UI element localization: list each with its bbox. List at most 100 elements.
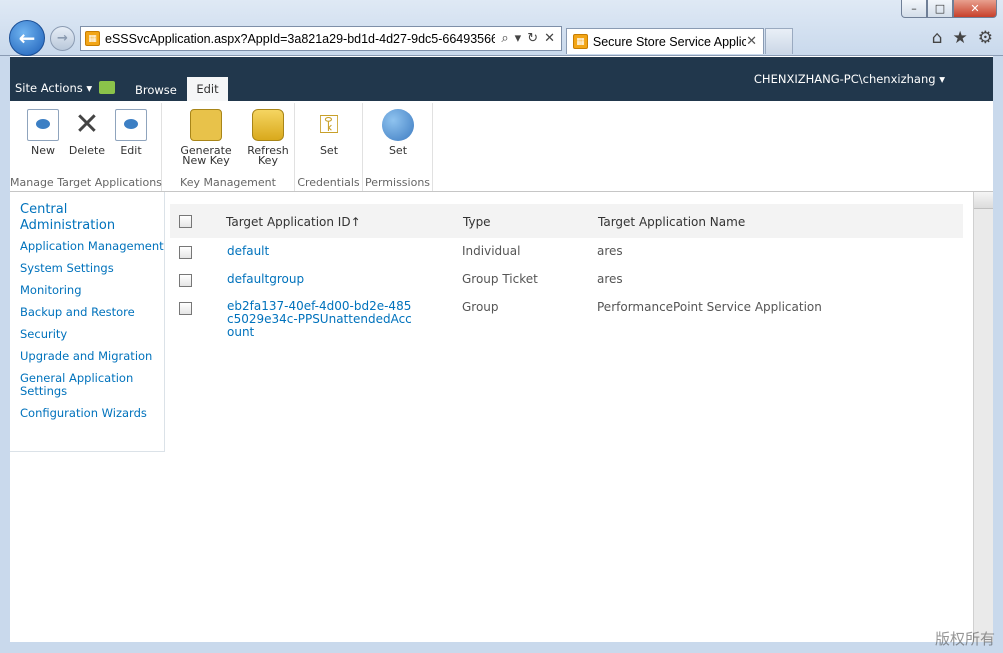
group-label: Manage Target Applications [10, 176, 162, 189]
name-cell: ares [597, 244, 623, 258]
site-actions-menu[interactable]: Site Actions ▾ [15, 81, 92, 95]
watermark: 版权所有 [934, 630, 995, 648]
ribbon-header: Site Actions ▾ Browse Edit CHENXIZHANG-P… [10, 57, 993, 101]
select-all-checkbox[interactable] [179, 215, 192, 228]
group-manage-target-applications: New ✕ Delete Edit Manage Target Applicat… [10, 103, 162, 191]
nav-item-general-application-settings[interactable]: General Application Settings [20, 372, 165, 398]
window-controls: – □ ✕ [901, 0, 997, 18]
target-application-id-link[interactable]: default [227, 244, 269, 258]
home-icon[interactable]: ⌂ [932, 28, 943, 48]
minimize-button[interactable]: – [901, 0, 927, 18]
nav-item-security[interactable]: Security [20, 328, 165, 341]
target-application-id-link[interactable]: defaultgroup [227, 272, 304, 286]
table-row: default Individual ares [170, 238, 963, 266]
refresh-key-button[interactable]: Refresh Key [246, 109, 290, 166]
table-row: defaultgroup Group Ticket ares [170, 266, 963, 294]
nav-item-upgrade-and-migration[interactable]: Upgrade and Migration [20, 350, 165, 363]
browser-tab-active[interactable]: ▦ Secure Store Service Applic... ✕ [566, 28, 764, 54]
delete-label: Delete [68, 144, 106, 157]
delete-icon: ✕ [74, 107, 100, 142]
forward-button[interactable]: → [50, 26, 75, 51]
navigate-up-icon[interactable] [99, 81, 115, 94]
new-document-icon [27, 109, 59, 141]
edit-label: Edit [120, 144, 142, 157]
generate-new-key-button[interactable]: Generate New Key [168, 109, 244, 166]
type-cell: Group Ticket [462, 272, 538, 286]
group-credentials: ⚿ Set Credentials [295, 103, 363, 191]
address-bar[interactable]: ▦ eSSSvcApplication.aspx?AppId=3a821a29-… [80, 26, 562, 51]
delete-button[interactable]: ✕ Delete [68, 107, 106, 157]
user-name: CHENXIZHANG-PC\chenxizhang [753, 72, 936, 86]
maximize-button[interactable]: □ [927, 0, 953, 18]
target-applications-table: Target Application ID↑ Type Target Appli… [170, 204, 963, 342]
user-menu[interactable]: CHENXIZHANG-PC\chenxizhang ▾ [754, 72, 945, 86]
browser-chrome: – □ ✕ ← → ▦ eSSSvcApplication.aspx?AppId… [0, 0, 1003, 56]
type-cell: Individual [462, 244, 521, 258]
row-checkbox[interactable] [179, 274, 192, 287]
window-frame-right [993, 56, 1003, 642]
row-checkbox[interactable] [179, 302, 192, 315]
group-label: Permissions [364, 176, 431, 189]
nav-item-configuration-wizards[interactable]: Configuration Wizards [20, 407, 165, 420]
status-strip [0, 642, 1003, 653]
star-icon[interactable]: ★ [953, 28, 968, 48]
set-permissions-button[interactable]: Set [381, 109, 415, 156]
back-arrow-icon: ← [18, 26, 36, 50]
new-label: New [31, 144, 55, 157]
quick-launch-list: Application Management System Settings M… [20, 240, 165, 429]
key-icon: ⚿ [319, 110, 339, 140]
tab-edit[interactable]: Edit [187, 77, 228, 101]
browser-tools: ⌂ ★ ⚙ [932, 28, 993, 48]
quick-launch: Central Administration Application Manag… [10, 192, 165, 452]
table-header: Target Application ID↑ Type Target Appli… [170, 204, 963, 238]
group-key-management: Generate New Key Refresh Key Key Managem… [162, 103, 295, 191]
stop-icon[interactable]: ✕ [544, 31, 555, 46]
lock-key-icon [190, 109, 222, 141]
main-content: Target Application ID↑ Type Target Appli… [165, 192, 973, 642]
column-header-type[interactable]: Type [463, 215, 491, 229]
new-tab-button[interactable] [765, 28, 793, 54]
group-permissions: Set Permissions [363, 103, 433, 191]
tab-browse[interactable]: Browse [135, 83, 177, 97]
forward-arrow-icon: → [57, 31, 68, 46]
sharepoint-favicon-icon: ▦ [573, 34, 588, 49]
group-label: Key Management [180, 176, 276, 189]
column-header-id[interactable]: Target Application ID↑ [226, 215, 361, 229]
set-permissions-label: Set [388, 144, 408, 157]
name-cell: PerformancePoint Service Application [597, 300, 822, 314]
sharepoint-favicon-icon: ▦ [85, 31, 100, 46]
back-button[interactable]: ← [9, 20, 45, 56]
tab-title: Secure Store Service Applic... [592, 34, 747, 49]
table-row: eb2fa137-40ef-4d00-bd2e-485c5029e34c-PPS… [170, 294, 963, 342]
nav-item-system-settings[interactable]: System Settings [20, 262, 165, 275]
window-frame-left [0, 56, 10, 642]
users-icon [382, 109, 414, 141]
generate-new-key-label: Generate New Key [180, 144, 232, 167]
nav-item-application-management[interactable]: Application Management [20, 240, 165, 253]
new-button[interactable]: New [26, 109, 60, 156]
refresh-key-label: Refresh Key [247, 144, 289, 167]
set-credentials-label: Set [319, 144, 339, 157]
gear-icon[interactable]: ⚙ [978, 28, 993, 48]
site-actions-label: Site Actions [15, 81, 83, 95]
set-credentials-button[interactable]: ⚿ Set [312, 109, 346, 156]
column-header-name[interactable]: Target Application Name [598, 215, 745, 229]
address-text[interactable]: eSSSvcApplication.aspx?AppId=3a821a29-bd… [105, 32, 495, 46]
dropdown-icon[interactable]: ▾ [515, 31, 522, 46]
group-label: Credentials [297, 176, 360, 189]
search-icon[interactable]: ⌕ [501, 31, 508, 46]
scroll-up-button[interactable] [974, 192, 993, 209]
central-administration-link[interactable]: Central Administration [20, 202, 140, 234]
close-tab-icon[interactable]: ✕ [746, 34, 757, 49]
vertical-scrollbar[interactable] [973, 192, 993, 642]
row-checkbox[interactable] [179, 246, 192, 259]
edit-document-icon [115, 109, 147, 141]
ribbon: New ✕ Delete Edit Manage Target Applicat… [10, 101, 993, 192]
nav-item-monitoring[interactable]: Monitoring [20, 284, 165, 297]
refresh-icon[interactable]: ↻ [527, 31, 538, 46]
edit-button[interactable]: Edit [114, 109, 148, 156]
refresh-key-icon [252, 109, 284, 141]
target-application-id-link[interactable]: eb2fa137-40ef-4d00-bd2e-485c5029e34c-PPS… [227, 300, 417, 339]
nav-item-backup-and-restore[interactable]: Backup and Restore [20, 306, 165, 319]
close-window-button[interactable]: ✕ [953, 0, 997, 18]
